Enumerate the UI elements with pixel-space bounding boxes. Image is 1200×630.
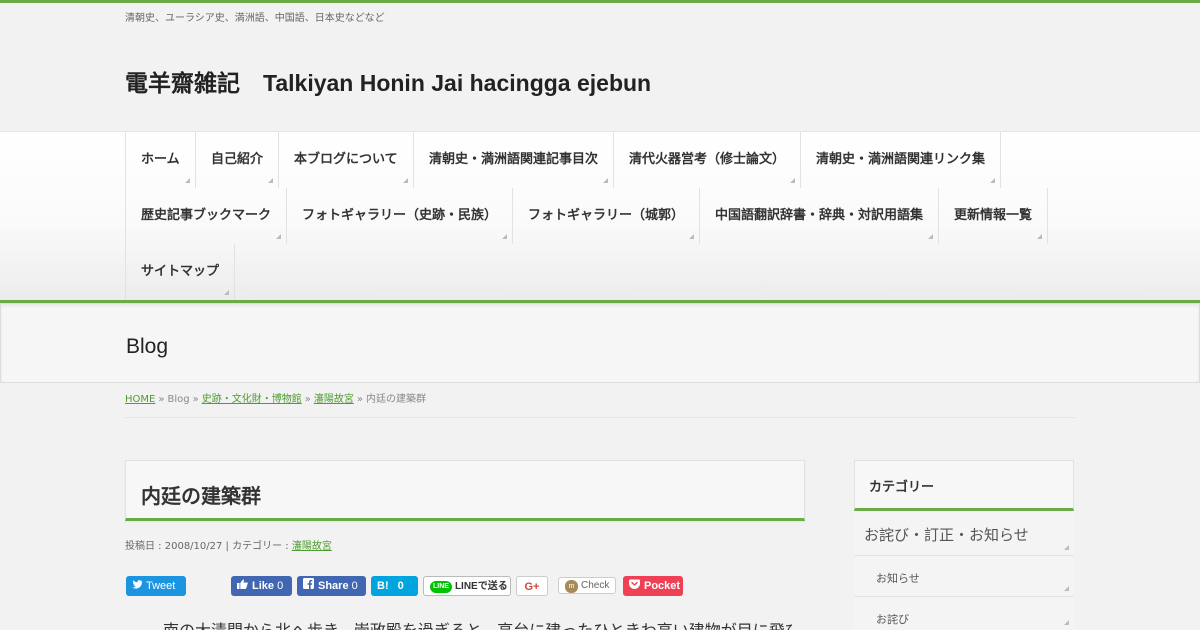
line-icon: LINE <box>430 581 452 593</box>
sidebar-category-item[interactable]: お詫び・訂正・お知らせ <box>854 512 1074 556</box>
share-count: 0 <box>351 580 358 592</box>
hatena-count: 0 <box>397 580 404 592</box>
breadcrumb-subcategory-link[interactable]: 瀋陽故宮 <box>314 394 354 405</box>
hatena-bookmark-button[interactable]: B! 0 <box>371 576 418 596</box>
nav-item-history-bookmarks[interactable]: 歴史記事ブックマーク <box>125 188 287 244</box>
share-label: Share <box>318 580 349 592</box>
breadcrumb: HOME» Blog» 史跡・文化財・博物館» 瀋陽故宮» 内廷の建築群 <box>125 390 426 405</box>
breadcrumb-current: 内廷の建築群 <box>365 394 426 405</box>
nav-item-qing-manchu-index[interactable]: 清朝史・満洲語関連記事目次 <box>413 132 614 188</box>
site-title[interactable]: 電羊齋雑記 Talkiyan Honin Jai hacingga ejebun <box>125 64 651 98</box>
thumbs-up-icon <box>237 576 248 596</box>
section-heading: Blog <box>126 335 169 358</box>
google-plus-button[interactable]: G+ <box>516 576 548 596</box>
breadcrumb-separator: » <box>304 394 311 405</box>
nav-item-profile[interactable]: 自己紹介 <box>195 132 279 188</box>
nav-item-dictionaries[interactable]: 中国語翻訳辞書・辞典・対訳用語集 <box>699 188 939 244</box>
post-category-link[interactable]: 瀋陽故宮 <box>292 541 332 552</box>
section-header: Blog <box>0 303 1200 383</box>
post-meta: 投稿日 : 2008/10/27 | カテゴリー : 瀋陽故宮 <box>125 537 332 552</box>
google-plus-icon: G+ <box>524 581 540 593</box>
breadcrumb-category-link[interactable]: 史跡・文化財・博物館 <box>202 394 302 405</box>
like-label: Like <box>252 580 275 592</box>
top-accent-bar <box>0 0 1200 3</box>
nav-item-home[interactable]: ホーム <box>125 132 196 188</box>
twitter-bird-icon <box>132 576 142 596</box>
pocket-label: Pocket <box>644 580 681 592</box>
sidebar-heading: カテゴリー <box>869 480 935 495</box>
sidebar-subcategory-item[interactable]: お詫び <box>854 597 1074 630</box>
breadcrumb-separator: » <box>356 394 363 405</box>
breadcrumb-blog: Blog <box>167 394 190 405</box>
facebook-icon <box>303 576 314 596</box>
sidebar-categories-header: カテゴリー <box>854 460 1074 511</box>
category-label: お知らせ <box>876 572 920 585</box>
pocket-button[interactable]: Pocket <box>623 576 683 596</box>
pocket-icon <box>629 576 640 596</box>
breadcrumb-separator: » <box>158 394 165 405</box>
line-share-button[interactable]: LINE LINEで送る <box>423 576 511 596</box>
post-title: 内廷の建築群 <box>141 484 261 508</box>
site-tagline: 清朝史、ユーラシア史、満洲語、中国語、日本史などなど <box>125 13 385 24</box>
breadcrumb-separator: » <box>192 394 199 405</box>
mixi-icon: m <box>565 580 578 593</box>
global-nav: ホーム 自己紹介 本ブログについて 清朝史・満洲語関連記事目次 清代火器営考（修… <box>0 131 1200 300</box>
category-label: お詫び・訂正・お知らせ <box>864 526 1029 544</box>
category-label: お詫び <box>876 613 909 626</box>
nav-item-sitemap[interactable]: サイトマップ <box>125 244 235 300</box>
line-label: LINEで送る <box>454 581 508 592</box>
nav-item-thesis[interactable]: 清代火器営考（修士論文） <box>613 132 801 188</box>
nav-item-link-collection[interactable]: 清朝史・満洲語関連リンク集 <box>800 132 1001 188</box>
post-body-text: 南の大清門から北へ歩き、崇政殿を過ぎると、高台に建ったひときわ高い建物が目に飛び <box>147 617 792 630</box>
nav-item-update-log[interactable]: 更新情報一覧 <box>938 188 1048 244</box>
facebook-share-button[interactable]: Share 0 <box>297 576 366 596</box>
check-label: Check <box>581 580 610 591</box>
nav-item-photo-gallery-castles[interactable]: フォトギャラリー（城郭） <box>512 188 700 244</box>
sidebar-subcategory-item[interactable]: お知らせ <box>854 556 1074 597</box>
post-title-box: 内廷の建築群 <box>125 460 805 521</box>
nav-item-about-blog[interactable]: 本ブログについて <box>278 132 414 188</box>
like-count: 0 <box>277 580 284 592</box>
hatena-icon: B! <box>377 580 389 592</box>
mixi-check-button[interactable]: m Check <box>558 577 616 594</box>
nav-item-photo-gallery-sites[interactable]: フォトギャラリー（史跡・民族） <box>286 188 513 244</box>
post-date: 投稿日 : 2008/10/27 | カテゴリー : <box>125 541 292 552</box>
tweet-button[interactable]: Tweet <box>126 576 186 596</box>
divider <box>125 417 1075 418</box>
facebook-like-button[interactable]: Like 0 <box>231 576 292 596</box>
breadcrumb-home-link[interactable]: HOME <box>125 394 155 405</box>
tweet-label: Tweet <box>146 580 176 592</box>
